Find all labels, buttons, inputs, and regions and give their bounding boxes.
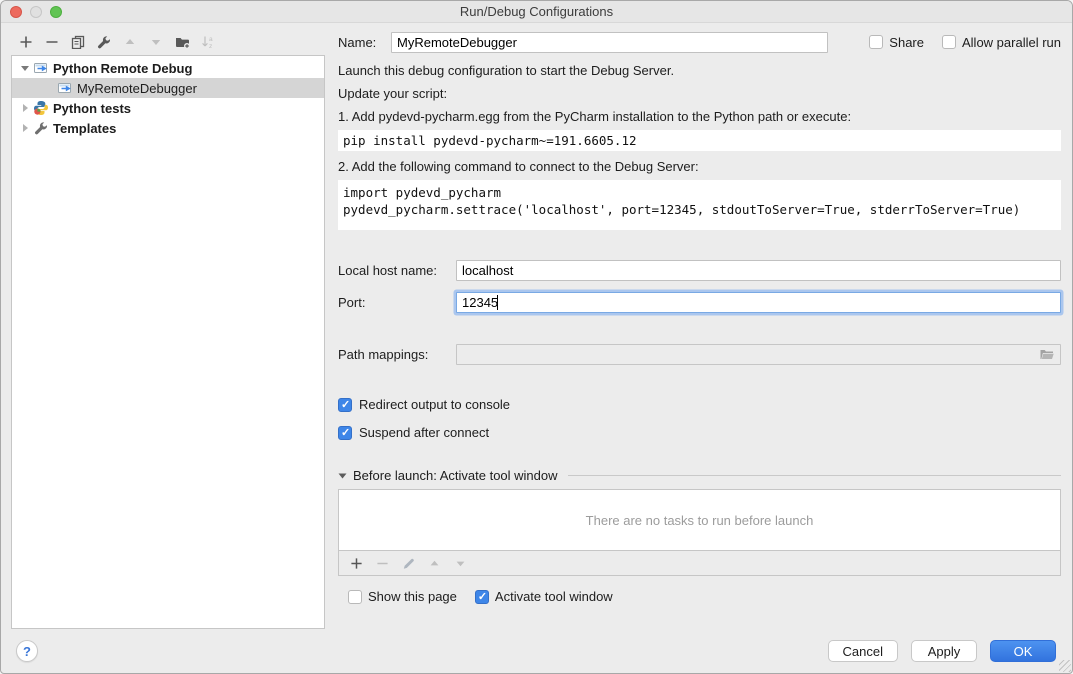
tree-item-label: Python tests [53,101,131,116]
run-config-icon [32,60,49,76]
path-mappings-label: Path mappings: [338,347,456,362]
port-input[interactable] [456,292,1061,313]
copy-icon [71,35,85,49]
remove-icon [45,35,59,49]
show-this-page-checkbox-group[interactable]: Show this page [348,589,457,604]
resize-grip[interactable] [1059,660,1071,672]
suspend-after-connect-checkbox-group[interactable]: Suspend after connect [338,425,1061,440]
allow-parallel-run-checkbox[interactable] [942,35,956,49]
activate-tool-window-checkbox[interactable] [475,590,489,604]
disclosure-triangle-icon [338,471,347,480]
settrace-code: import pydevd_pycharm pydevd_pycharm.set… [338,180,1061,230]
svg-text:z: z [209,43,212,49]
tree-item-python-remote-debug[interactable]: Python Remote Debug [12,58,324,78]
window-title: Run/Debug Configurations [1,4,1072,19]
settrace-code-line1: import pydevd_pycharm [343,184,1056,201]
add-task-button[interactable] [343,551,369,575]
python-tests-icon [32,100,49,116]
up-arrow-icon [123,35,137,49]
sort-configurations-button[interactable]: az [195,30,221,54]
new-folder-icon [175,35,190,49]
collapsed-arrow-icon[interactable] [18,103,32,113]
before-launch-toolbar [338,551,1061,576]
remove-icon [376,557,389,570]
move-config-down-button[interactable] [143,30,169,54]
intro-text: Launch this debug configuration to start… [338,64,1061,78]
path-mappings-input[interactable] [456,344,1061,365]
show-this-page-label: Show this page [368,589,457,604]
show-this-page-checkbox[interactable] [348,590,362,604]
before-launch-section-header[interactable]: Before launch: Activate tool window [338,468,1061,483]
move-config-up-button[interactable] [117,30,143,54]
activate-tool-window-checkbox-group[interactable]: Activate tool window [475,589,613,604]
share-checkbox[interactable] [869,35,883,49]
tree-item-label: MyRemoteDebugger [77,81,197,96]
settrace-code-line2: pydevd_pycharm.settrace('localhost', por… [343,201,1056,218]
configuration-form: Name: Share Allow parallel run Launch th… [338,31,1061,604]
add-configuration-button[interactable] [13,30,39,54]
activate-tool-window-label: Activate tool window [495,589,613,604]
ok-button[interactable]: OK [990,640,1056,662]
copy-configuration-button[interactable] [65,30,91,54]
remove-task-button[interactable] [369,551,395,575]
open-folder-icon [1039,348,1055,361]
run-config-icon [56,80,73,96]
local-host-name-input[interactable] [456,260,1061,281]
help-icon: ? [23,644,31,659]
redirect-output-label: Redirect output to console [359,397,510,412]
up-arrow-icon [428,557,441,570]
text-caret [497,295,498,310]
wrench-icon [32,121,49,135]
title-bar: Run/Debug Configurations [1,1,1072,23]
move-task-up-button[interactable] [421,551,447,575]
name-label: Name: [338,35,391,50]
pencil-icon [402,557,415,570]
configurations-toolbar: az [13,29,221,55]
tree-item-label: Templates [53,121,116,136]
apply-button[interactable]: Apply [911,640,977,662]
pip-install-code: pip install pydevd-pycharm~=191.6605.12 [338,130,1061,151]
wrench-icon [97,35,111,49]
step2-text: 2. Add the following command to connect … [338,160,1061,174]
remove-configuration-button[interactable] [39,30,65,54]
add-icon [350,557,363,570]
run-debug-configurations-dialog: Run/Debug Configurations az [0,0,1073,674]
local-host-name-label: Local host name: [338,263,456,278]
edit-task-button[interactable] [395,551,421,575]
help-button[interactable]: ? [16,640,38,662]
new-folder-button[interactable] [169,30,195,54]
browse-path-mappings-button[interactable] [1037,346,1057,363]
allow-parallel-run-checkbox-group[interactable]: Allow parallel run [942,35,1061,50]
tree-item-myremotedebugger[interactable]: MyRemoteDebugger [12,78,324,98]
add-icon [19,35,33,49]
edit-defaults-button[interactable] [91,30,117,54]
before-launch-tasks-list[interactable]: There are no tasks to run before launch [338,489,1061,551]
update-script-text: Update your script: [338,87,1061,101]
allow-parallel-run-label: Allow parallel run [962,35,1061,50]
redirect-output-checkbox-group[interactable]: Redirect output to console [338,397,1061,412]
tree-item-python-tests[interactable]: Python tests [12,98,324,118]
suspend-after-connect-checkbox[interactable] [338,426,352,440]
configurations-tree: Python Remote Debug MyRemoteDebugger Pyt… [11,55,325,629]
share-checkbox-group[interactable]: Share [869,35,924,50]
collapsed-arrow-icon[interactable] [18,123,32,133]
sort-az-icon: az [201,35,215,49]
cancel-button[interactable]: Cancel [828,640,898,662]
expanded-arrow-icon[interactable] [18,63,32,73]
name-input[interactable] [391,32,828,53]
tree-item-templates[interactable]: Templates [12,118,324,138]
down-arrow-icon [149,35,163,49]
redirect-output-checkbox[interactable] [338,398,352,412]
down-arrow-icon [454,557,467,570]
section-divider [568,475,1061,476]
port-label: Port: [338,295,456,310]
svg-text:a: a [209,36,213,43]
move-task-down-button[interactable] [447,551,473,575]
tree-item-label: Python Remote Debug [53,61,192,76]
empty-tasks-message: There are no tasks to run before launch [586,513,814,528]
before-launch-title: Before launch: Activate tool window [353,468,558,483]
share-label: Share [889,35,924,50]
suspend-after-connect-label: Suspend after connect [359,425,489,440]
step1-text: 1. Add pydevd-pycharm.egg from the PyCha… [338,110,1061,124]
